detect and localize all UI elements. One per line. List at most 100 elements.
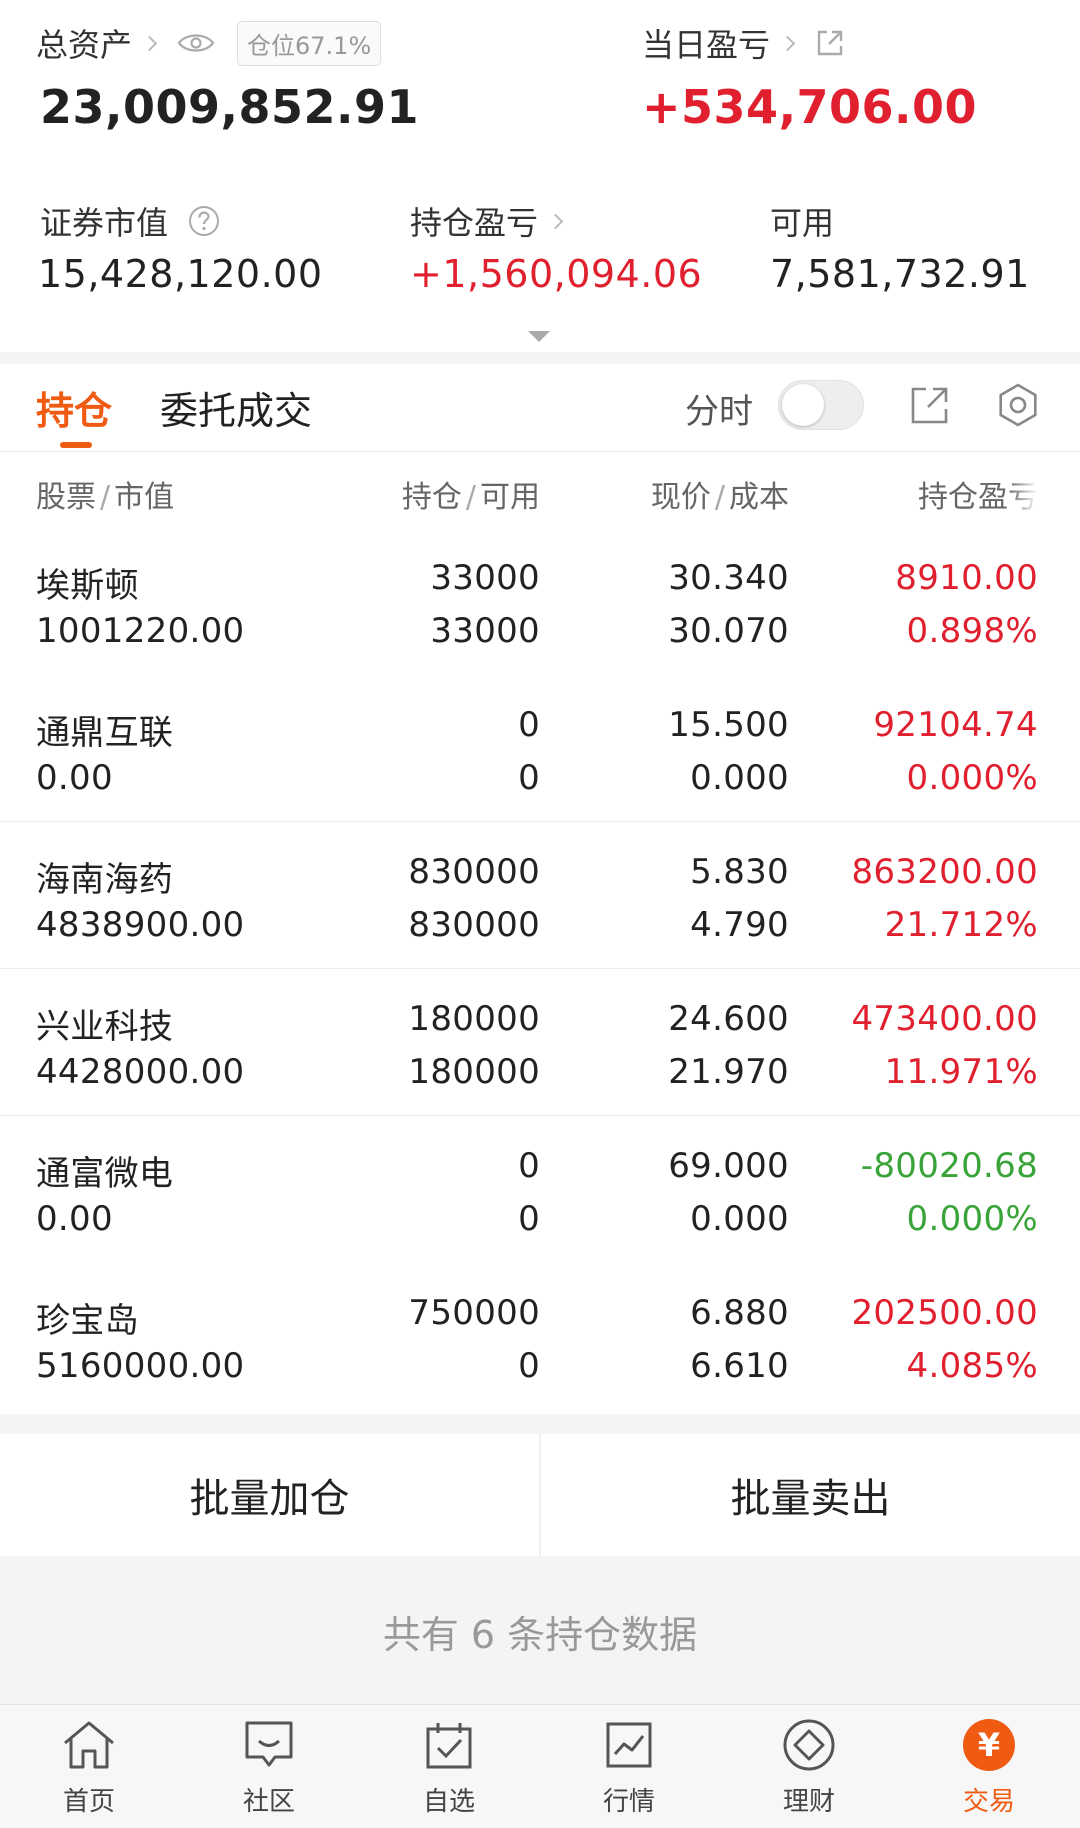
cost-price: 30.070 <box>668 611 789 651</box>
stock-market-value: 4838900.00 <box>36 905 245 945</box>
holding-pl: 202500.00 <box>851 1293 1038 1333</box>
available-qty: 0 <box>518 1346 540 1386</box>
active-tab-indicator <box>60 442 92 448</box>
holding-qty: 830000 <box>408 852 540 892</box>
holding-pl-label: 持仓盈亏 <box>410 204 539 242</box>
holding-pl: 863200.00 <box>851 852 1038 892</box>
timeshare-label: 分时 <box>685 392 753 432</box>
position-tabs: 持仓 委托成交 分时 <box>0 364 1080 452</box>
header-holding: 持仓 <box>401 480 462 515</box>
holding-pl: 473400.00 <box>851 999 1038 1039</box>
wealth-icon <box>779 1715 839 1775</box>
community-icon <box>239 1715 299 1775</box>
nav-label: 社区 <box>242 1787 295 1817</box>
daily-pl-value: +534,706.00 <box>642 80 978 134</box>
nav-wealth[interactable]: 理财 <box>754 1715 864 1825</box>
header-market-value: 市值 <box>114 480 175 515</box>
current-price: 69.000 <box>668 1146 789 1186</box>
holding-pl-pct: 0.000% <box>906 1199 1038 1239</box>
stock-market-value: 4428000.00 <box>36 1052 245 1092</box>
cost-price: 21.970 <box>668 1052 789 1092</box>
current-price: 24.600 <box>668 999 789 1039</box>
holding-pl-header[interactable]: 持仓盈亏 <box>410 198 564 244</box>
bottom-nav: 首页 社区 自选 行情 理财 ¥ 交易 <box>0 1704 1080 1828</box>
daily-pl-header[interactable]: 当日盈亏 <box>642 20 845 66</box>
stock-name: 海南海药 <box>36 860 174 900</box>
share-icon[interactable] <box>904 379 956 431</box>
holding-pl-pct: 21.712% <box>884 905 1038 945</box>
holding-pl: -80020.68 <box>860 1146 1038 1186</box>
table-row[interactable]: 兴业科技 4428000.00 180000 180000 24.600 21.… <box>0 969 1080 1116</box>
timeshare-toggle[interactable] <box>778 380 864 430</box>
table-row[interactable]: 通富微电 0.00 0 0 69.000 0.000 -80020.68 0.0… <box>0 1116 1080 1263</box>
col-stock-value: 股票 / 市值 <box>36 480 175 515</box>
holding-qty: 0 <box>518 1146 540 1186</box>
tab-holdings[interactable]: 持仓 <box>36 380 112 435</box>
position-ratio-badge: 仓位67.1% <box>237 20 382 66</box>
nav-label: 首页 <box>62 1787 115 1817</box>
nav-trade[interactable]: ¥ 交易 <box>934 1715 1044 1825</box>
cost-price: 6.610 <box>690 1346 789 1386</box>
current-price: 30.340 <box>668 558 789 598</box>
nav-watchlist[interactable]: 自选 <box>394 1715 504 1825</box>
market-value-value: 15,428,120.00 <box>38 252 323 296</box>
holding-pl-pct: 4.085% <box>906 1346 1038 1386</box>
collapse-arrow-icon[interactable] <box>528 331 550 342</box>
holdings-count: 共有 6 条持仓数据 <box>382 1613 698 1657</box>
holding-qty: 180000 <box>408 999 540 1039</box>
holding-pl-pct: 0.898% <box>906 611 1038 651</box>
header-available: 可用 <box>480 480 540 515</box>
market-icon <box>599 1715 659 1775</box>
home-icon <box>59 1715 119 1775</box>
cost-price: 4.790 <box>690 905 789 945</box>
current-price: 5.830 <box>690 852 789 892</box>
gear-icon[interactable] <box>992 379 1044 431</box>
total-assets-header[interactable]: 总资产 仓位67.1% <box>36 20 382 66</box>
tab-orders-trades[interactable]: 委托成交 <box>160 380 312 435</box>
batch-add-button[interactable]: 批量加仓 <box>0 1434 539 1556</box>
holding-qty: 750000 <box>408 1293 540 1333</box>
available-value: 7,581,732.91 <box>770 252 1030 296</box>
header-price: 现价 <box>650 480 711 515</box>
market-value-header: 证券市值 <box>40 198 220 244</box>
trade-glyph: ¥ <box>963 1719 1015 1771</box>
table-row[interactable]: 埃斯顿 1001220.00 33000 33000 30.340 30.070… <box>0 532 1080 675</box>
daily-pl-label: 当日盈亏 <box>642 26 771 64</box>
stock-name: 埃斯顿 <box>36 566 139 606</box>
eye-icon[interactable] <box>177 31 215 55</box>
header-stock: 股票 <box>36 480 96 515</box>
external-link-icon[interactable] <box>815 28 845 58</box>
table-row[interactable]: 海南海药 4838900.00 830000 830000 5.830 4.79… <box>0 822 1080 969</box>
holding-pl-value: +1,560,094.06 <box>410 252 703 296</box>
trade-icon: ¥ <box>959 1715 1019 1775</box>
available-qty: 830000 <box>408 905 540 945</box>
nav-home[interactable]: 首页 <box>34 1715 144 1825</box>
total-assets-label: 总资产 <box>36 26 133 64</box>
col-holding-available: 持仓 / 可用 <box>401 480 540 515</box>
nav-community[interactable]: 社区 <box>214 1715 324 1825</box>
holding-pl-pct: 11.971% <box>884 1052 1038 1092</box>
table-row[interactable]: 珍宝岛 5160000.00 750000 0 6.880 6.610 2025… <box>0 1263 1080 1410</box>
table-row[interactable]: 通鼎互联 0.00 0 0 15.500 0.000 92104.74 0.00… <box>0 675 1080 822</box>
holding-qty: 33000 <box>430 558 540 598</box>
nav-label: 行情 <box>602 1787 655 1817</box>
nav-market[interactable]: 行情 <box>574 1715 684 1825</box>
available-header: 可用 <box>770 198 834 244</box>
available-qty: 0 <box>518 1199 540 1239</box>
stock-market-value: 0.00 <box>36 758 113 798</box>
holding-pl: 92104.74 <box>873 705 1038 745</box>
available-label: 可用 <box>770 204 835 242</box>
stock-market-value: 0.00 <box>36 1199 113 1239</box>
batch-sell-button[interactable]: 批量卖出 <box>541 1434 1080 1556</box>
stock-name: 珍宝岛 <box>36 1301 139 1341</box>
holding-pl-pct: 0.000% <box>906 758 1038 798</box>
nav-label: 自选 <box>422 1787 475 1817</box>
holdings-table-header: 股票 / 市值 持仓 / 可用 现价 / 成本 持仓盈亏 <box>0 452 1080 532</box>
stock-name: 通富微电 <box>36 1154 174 1194</box>
available-qty: 0 <box>518 758 540 798</box>
header-cost: 成本 <box>729 480 789 515</box>
col-pl: 持仓盈亏 <box>918 480 1038 515</box>
chevron-right-icon <box>547 213 564 229</box>
col-price-cost: 现价 / 成本 <box>650 480 789 515</box>
help-icon[interactable] <box>188 205 220 237</box>
